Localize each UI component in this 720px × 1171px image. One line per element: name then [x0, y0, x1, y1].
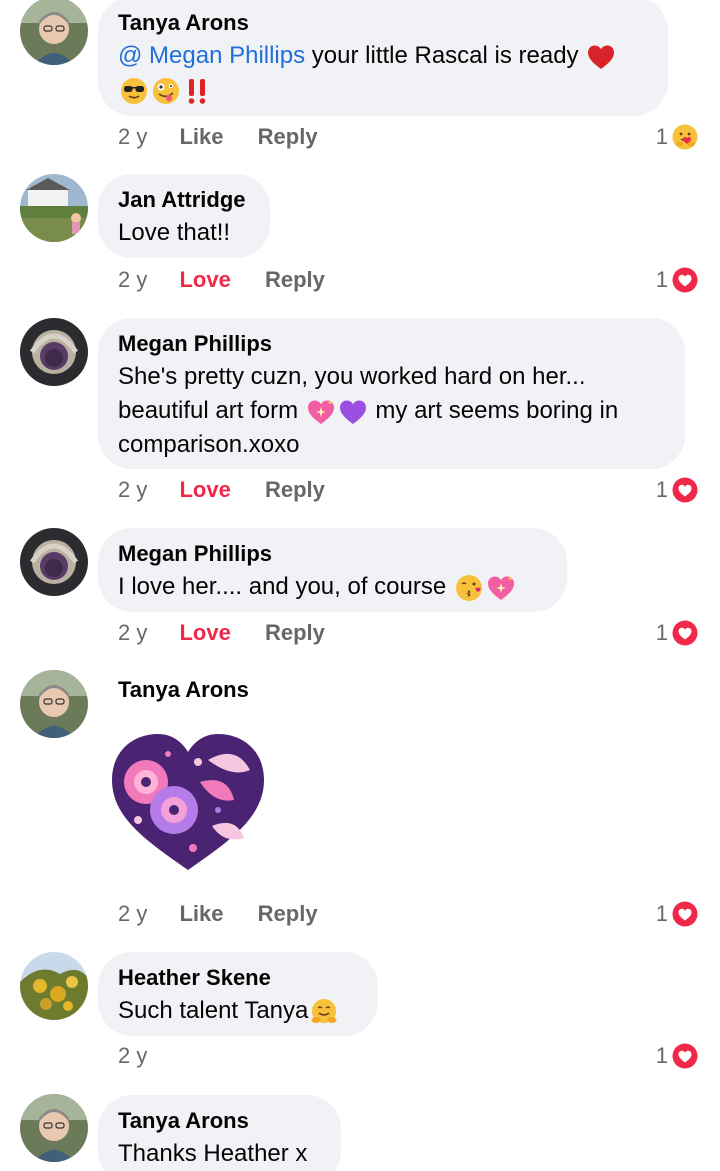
love-reaction-icon [670, 265, 700, 295]
reply-button[interactable]: Reply [258, 899, 318, 929]
avatar[interactable] [20, 174, 88, 242]
comment-actions: 2 y Love Reply [118, 618, 325, 648]
comment-actions: 2 y Love Reply [118, 475, 325, 505]
zany-face-emoji-icon [151, 76, 181, 106]
comment-time: 2 y [118, 620, 148, 645]
reply-button[interactable]: Reply [265, 618, 325, 648]
reaction-count: 1 [655, 267, 668, 292]
comment-time: 2 y [118, 267, 148, 292]
sunglasses-face-emoji-icon [119, 76, 149, 106]
comment-text: Love that!! [118, 219, 231, 246]
reaction-count: 1 [655, 124, 668, 149]
comment-author[interactable]: Megan Phillips [118, 328, 665, 360]
reaction-count: 1 [655, 620, 668, 645]
love-reaction-icon [670, 899, 700, 929]
mention-link[interactable]: @ Megan Phillips [118, 42, 305, 69]
floral-heart-sticker [108, 730, 268, 875]
reply-button[interactable]: Reply [265, 265, 325, 295]
comment-text: Such talent Tanya [118, 994, 358, 1028]
reaction-summary[interactable]: 1 [656, 265, 700, 295]
kissing-face-emoji-icon [454, 573, 484, 603]
comment-text: @ Megan Phillips your little Rascal is r… [118, 39, 648, 73]
avatar[interactable] [20, 1094, 88, 1162]
double-exclamation-emoji-icon [183, 76, 213, 106]
like-button[interactable]: Like [179, 122, 223, 152]
sparkling-heart-emoji-icon [486, 573, 516, 603]
care-reaction-icon [670, 122, 700, 152]
love-button[interactable]: Love [179, 618, 230, 648]
comment-author[interactable]: Tanya Arons [118, 674, 249, 706]
comment-time: 2 y [118, 477, 148, 502]
love-button[interactable]: Love [179, 475, 230, 505]
comment-emoji-line [118, 73, 648, 107]
like-button[interactable]: Like [179, 899, 223, 929]
comment-bubble: Tanya Arons Thanks Heather x [98, 1095, 341, 1171]
reaction-summary[interactable]: 1 [656, 618, 700, 648]
love-button[interactable]: Love [179, 265, 230, 295]
comment-text: I love her.... and you, of course [118, 570, 547, 604]
avatar[interactable] [20, 670, 88, 738]
avatar[interactable] [20, 0, 88, 65]
comment-time: 2 y [118, 124, 148, 149]
comment-bubble: Megan Phillips She's pretty cuzn, you wo… [98, 318, 685, 469]
reaction-count: 1 [655, 1043, 668, 1068]
love-reaction-icon [670, 1041, 700, 1071]
comment-author[interactable]: Tanya Arons [118, 1105, 321, 1137]
comment-time: 2 y [118, 1043, 148, 1068]
comment-text-line: comparison.xoxo [118, 431, 300, 458]
reaction-count: 1 [655, 901, 668, 926]
comment-actions: 2 y Love Reply [118, 265, 325, 295]
comment-actions: 2 y Like Reply [118, 899, 318, 929]
comment-bubble: Jan Attridge Love that!! [98, 174, 270, 258]
red-heart-emoji-icon [586, 42, 616, 72]
comment-author[interactable]: Tanya Arons [118, 7, 648, 39]
comment-bubble: Heather Skene Such talent Tanya [98, 952, 378, 1036]
comment-bubble: Megan Phillips I love her.... and you, o… [98, 528, 567, 612]
avatar[interactable] [20, 952, 88, 1020]
love-reaction-icon [670, 475, 700, 505]
love-reaction-icon [670, 618, 700, 648]
avatar[interactable] [20, 528, 88, 596]
purple-heart-emoji-icon [338, 397, 368, 427]
comment-author[interactable]: Megan Phillips [118, 538, 547, 570]
reaction-summary[interactable]: 1 [656, 122, 700, 152]
comment-author[interactable]: Heather Skene [118, 962, 358, 994]
comment-time: 2 y [118, 901, 148, 926]
comment-actions: 2 y [118, 1041, 173, 1071]
comment-author[interactable]: Jan Attridge [118, 184, 250, 216]
reaction-summary[interactable]: 1 [656, 1041, 700, 1071]
sparkling-heart-emoji-icon [306, 397, 336, 427]
comment-bubble: Tanya Arons @ Megan Phillips your little… [98, 0, 668, 116]
reply-button[interactable]: Reply [258, 122, 318, 152]
reaction-summary[interactable]: 1 [656, 899, 700, 929]
comment-text-line: She's pretty cuzn, you worked hard on he… [118, 363, 586, 390]
reaction-summary[interactable]: 1 [656, 475, 700, 505]
comment-actions: 2 y Like Reply [118, 122, 318, 152]
comment-text-line: beautiful art form my art seems boring i… [118, 394, 665, 428]
reply-button[interactable]: Reply [265, 475, 325, 505]
avatar[interactable] [20, 318, 88, 386]
hugging-face-emoji-icon [309, 997, 339, 1027]
reaction-count: 1 [655, 477, 668, 502]
comment-text: Thanks Heather x [118, 1140, 308, 1167]
